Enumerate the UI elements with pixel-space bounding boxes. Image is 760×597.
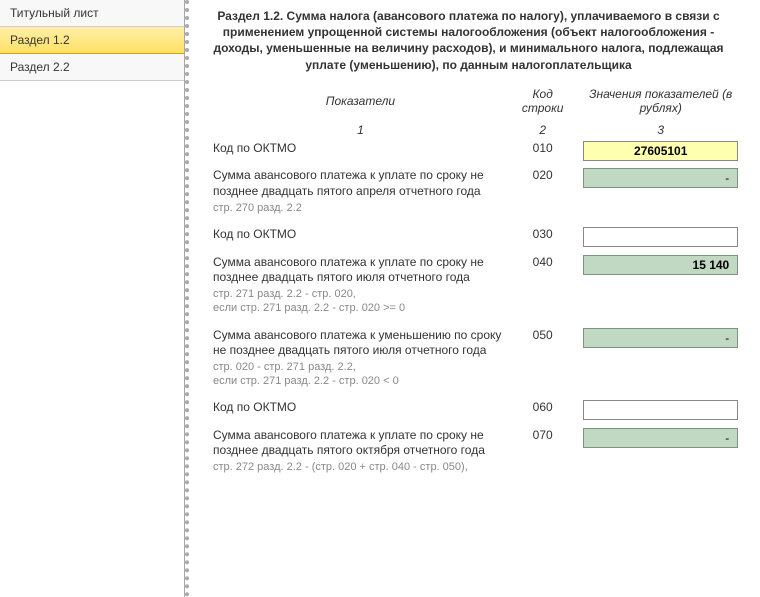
row-code: 010 bbox=[512, 137, 574, 165]
row-code: 060 bbox=[512, 396, 574, 424]
sidebar: Титульный лист Раздел 1.2 Раздел 2.2 bbox=[0, 0, 185, 597]
row-label: Код по ОКТМО bbox=[213, 141, 508, 157]
row-code: 040 bbox=[512, 251, 574, 324]
table-row: Код по ОКТМО 010 bbox=[209, 137, 748, 165]
row-code: 030 bbox=[512, 223, 574, 251]
row-label: Сумма авансового платежа к уплате по сро… bbox=[213, 428, 508, 459]
sidebar-item-label: Раздел 2.2 bbox=[10, 60, 70, 74]
row-code: 050 bbox=[512, 324, 574, 397]
table-row: Сумма авансового платежа к уплате по сро… bbox=[209, 424, 748, 483]
value-input-oktmo-060[interactable] bbox=[583, 400, 738, 420]
value-input-020[interactable] bbox=[583, 168, 738, 188]
column-header-indicator: Показатели bbox=[209, 83, 512, 119]
value-input-oktmo-010[interactable] bbox=[583, 141, 738, 161]
sidebar-item-label: Раздел 1.2 bbox=[10, 33, 70, 47]
row-label: Сумма авансового платежа к уплате по сро… bbox=[213, 168, 508, 199]
sidebar-item-section-2-2[interactable]: Раздел 2.2 bbox=[0, 54, 184, 81]
value-input-oktmo-030[interactable] bbox=[583, 227, 738, 247]
sidebar-item-title-page[interactable]: Титульный лист bbox=[0, 0, 184, 27]
value-input-070[interactable] bbox=[583, 428, 738, 448]
column-number-1: 1 bbox=[209, 119, 512, 137]
row-subnote: стр. 270 разд. 2.2 bbox=[213, 202, 508, 216]
form-content: Раздел 1.2. Сумма налога (авансового пла… bbox=[185, 0, 760, 597]
table-row: Сумма авансового платежа к уплате по сро… bbox=[209, 251, 748, 324]
table-row: Код по ОКТМО 030 bbox=[209, 223, 748, 251]
row-label: Код по ОКТМО bbox=[213, 227, 508, 243]
sidebar-item-label: Титульный лист bbox=[10, 6, 99, 20]
value-input-040[interactable] bbox=[583, 255, 738, 275]
row-label: Сумма авансового платежа к уменьшению по… bbox=[213, 328, 508, 359]
column-number-2: 2 bbox=[512, 119, 574, 137]
table-row: Код по ОКТМО 060 bbox=[209, 396, 748, 424]
row-code: 070 bbox=[512, 424, 574, 483]
form-table: Показатели Код строки Значения показател… bbox=[209, 83, 748, 483]
row-label: Код по ОКТМО bbox=[213, 400, 508, 416]
row-subnote: стр. 271 разд. 2.2 - стр. 020, если стр.… bbox=[213, 288, 508, 316]
row-subnote: стр. 272 разд. 2.2 - (стр. 020 + стр. 04… bbox=[213, 461, 508, 475]
row-subnote: стр. 020 - стр. 271 разд. 2.2, если стр.… bbox=[213, 361, 508, 389]
table-row: Сумма авансового платежа к уменьшению по… bbox=[209, 324, 748, 397]
table-row: Сумма авансового платежа к уплате по сро… bbox=[209, 164, 748, 223]
column-header-value: Значения показателей (в рублях) bbox=[573, 83, 748, 119]
row-label: Сумма авансового платежа к уплате по сро… bbox=[213, 255, 508, 286]
column-number-3: 3 bbox=[573, 119, 748, 137]
section-title: Раздел 1.2. Сумма налога (авансового пла… bbox=[209, 8, 748, 73]
sidebar-item-section-1-2[interactable]: Раздел 1.2 bbox=[0, 27, 184, 54]
row-code: 020 bbox=[512, 164, 574, 223]
value-input-050[interactable] bbox=[583, 328, 738, 348]
column-header-code: Код строки bbox=[512, 83, 574, 119]
